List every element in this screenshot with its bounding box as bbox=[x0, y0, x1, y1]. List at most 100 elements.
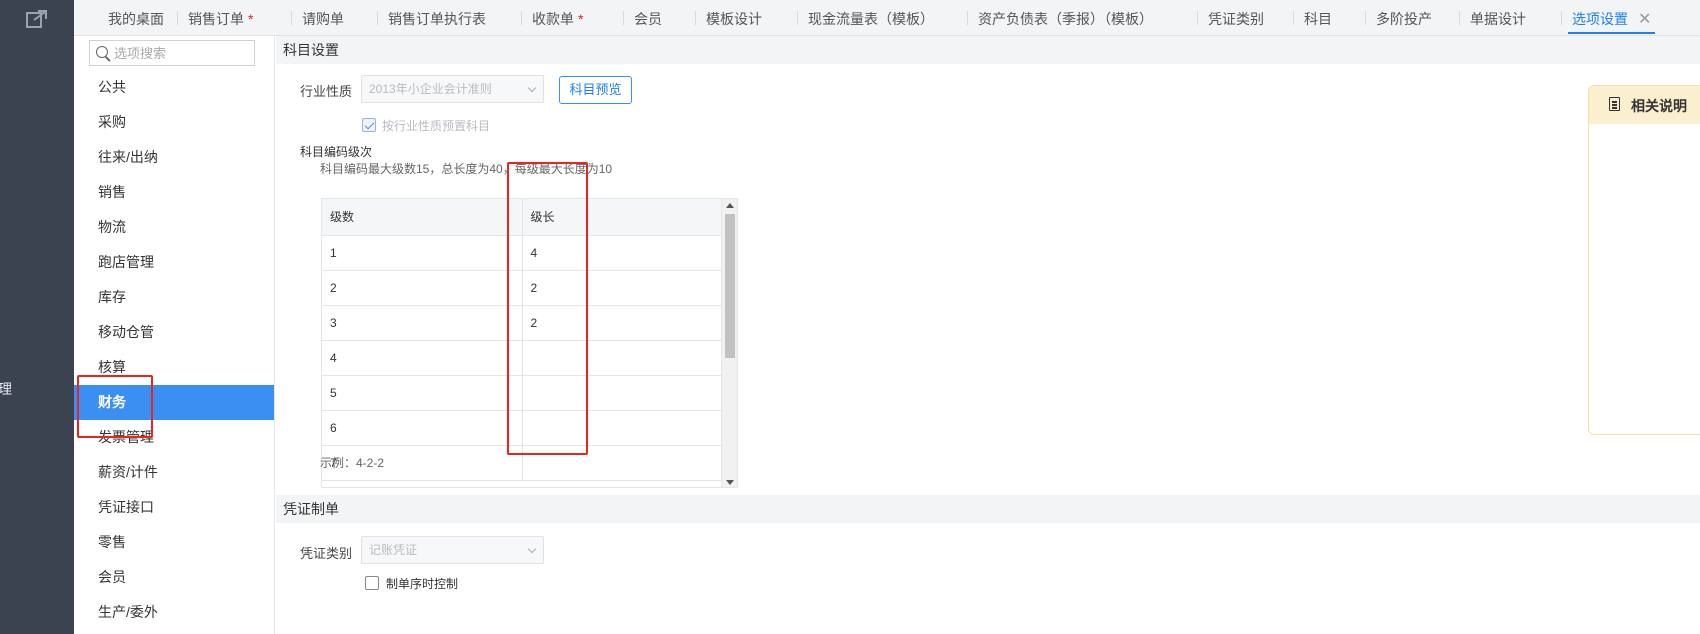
sidebar-item[interactable]: 薪资/计件 bbox=[74, 455, 274, 490]
tab-separator bbox=[797, 11, 798, 25]
left-nav-item[interactable]: UFO bbox=[0, 259, 62, 279]
tab-label: 科目 bbox=[1304, 11, 1332, 27]
options-sidebar: 公共采购往来/出纳销售物流跑店管理库存移动仓管核算财务发票管理薪资/计件凭证接口… bbox=[74, 36, 275, 634]
tab-1[interactable]: 销售订单 * bbox=[188, 0, 253, 36]
code-levels-label: 科目编码级次 bbox=[300, 145, 373, 159]
column-header-level: 级数 bbox=[322, 199, 523, 236]
tab-separator bbox=[177, 11, 178, 25]
sidebar-item[interactable]: 会员 bbox=[74, 560, 274, 595]
left-nav-item[interactable]: 管理 bbox=[0, 99, 62, 119]
search-input[interactable] bbox=[114, 44, 250, 62]
chevron-down-icon bbox=[527, 544, 537, 554]
left-nav-item[interactable]: 管理 bbox=[0, 459, 62, 479]
left-nav-item[interactable]: 工资 bbox=[0, 419, 62, 439]
tab-11[interactable]: 多阶投产 bbox=[1376, 0, 1432, 36]
sidebar-item[interactable]: 物流 bbox=[74, 210, 274, 245]
tab-separator bbox=[695, 11, 696, 25]
left-nav-item[interactable]: 管理 bbox=[0, 499, 62, 519]
tab-12[interactable]: 单据设计 bbox=[1470, 0, 1526, 36]
tab-7[interactable]: 现金流量表（模板） bbox=[808, 0, 934, 36]
tab-label: 会员 bbox=[634, 11, 662, 27]
unsaved-indicator: * bbox=[578, 11, 584, 27]
tab-separator bbox=[1293, 11, 1294, 25]
scroll-down-icon[interactable] bbox=[726, 480, 734, 485]
tab-2[interactable]: 请购单 bbox=[302, 0, 344, 36]
search-box[interactable] bbox=[89, 40, 255, 66]
tab-separator bbox=[291, 11, 292, 25]
left-nav-item[interactable]: 中心 bbox=[0, 539, 62, 559]
tab-separator bbox=[1459, 11, 1460, 25]
help-panel-title: 相关说明 bbox=[1631, 98, 1687, 114]
left-nav-item[interactable]: 管理 bbox=[0, 59, 62, 79]
sidebar-item[interactable]: 采购 bbox=[74, 105, 274, 140]
tab-separator bbox=[967, 11, 968, 25]
tab-5[interactable]: 会员 bbox=[634, 0, 662, 36]
left-nav-item[interactable]: 管理 bbox=[0, 139, 62, 159]
industry-label: 行业性质 bbox=[300, 84, 353, 99]
level-cell: 4 bbox=[322, 340, 523, 376]
tab-label: 现金流量表（模板） bbox=[808, 11, 934, 27]
sidebar-item[interactable]: 跑店管理 bbox=[74, 245, 274, 280]
scrollbar-thumb[interactable] bbox=[725, 214, 735, 358]
tab-label: 单据设计 bbox=[1470, 11, 1526, 27]
level-cell: 1 bbox=[322, 235, 523, 271]
sidebar-item[interactable]: 零售 bbox=[74, 525, 274, 560]
tab-label: 资产负债表（季报）（模板） bbox=[978, 11, 1153, 27]
account-preview-button[interactable]: 科目预览 bbox=[559, 76, 632, 104]
chevron-down-icon bbox=[527, 83, 537, 93]
tab-4[interactable]: 收款单 * bbox=[532, 0, 583, 36]
tab-bar: 我的桌面 销售订单 * 请购单 销售订单执行表 收款单 * 会员 模板设计 现金流量表（模板） 资产… bbox=[74, 0, 1700, 36]
tab-label: 销售订单 bbox=[188, 11, 244, 27]
tab-label: 收款单 bbox=[532, 11, 574, 27]
tab-label: 凭证类别 bbox=[1208, 11, 1264, 27]
left-nav-item[interactable]: 司管理 bbox=[0, 379, 62, 399]
help-panel: 相关说明 bbox=[1588, 85, 1700, 435]
entry-order-label: 制单序时控制 bbox=[386, 577, 459, 591]
tab-10[interactable]: 科目 bbox=[1304, 0, 1332, 36]
sidebar-item[interactable]: 往来/出纳 bbox=[74, 140, 274, 175]
tab-label: 模板设计 bbox=[706, 11, 762, 27]
document-icon bbox=[1609, 97, 1620, 111]
left-nav: 管理管理管理管理管理UFOFO管理司管理工资管理管理中心办公贷款 bbox=[0, 0, 74, 634]
industry-select-value: 2013年小企业会计准则 bbox=[369, 82, 492, 96]
level-cell: 2 bbox=[322, 270, 523, 306]
main-content: 科目设置 行业性质 2013年小企业会计准则 科目预览 按行业性质预置科目 科目… bbox=[276, 36, 1700, 634]
tab-separator bbox=[521, 11, 522, 25]
code-example: 示例：4-2-2 bbox=[320, 456, 385, 470]
level-cell: 3 bbox=[322, 305, 523, 341]
tab-6[interactable]: 模板设计 bbox=[706, 0, 762, 36]
tab-0[interactable]: 我的桌面 bbox=[108, 0, 164, 36]
sidebar-item[interactable]: 库存 bbox=[74, 280, 274, 315]
tab-separator bbox=[1365, 11, 1366, 25]
tab-8[interactable]: 资产负债表（季报）（模板） bbox=[978, 0, 1153, 36]
help-panel-header[interactable]: 相关说明 bbox=[1589, 86, 1700, 124]
sidebar-item[interactable]: 移动仓管 bbox=[74, 315, 274, 350]
tab-3[interactable]: 销售订单执行表 bbox=[388, 0, 486, 36]
entry-order-checkbox[interactable] bbox=[365, 576, 379, 590]
annotation-box-level-length bbox=[507, 162, 588, 455]
preset-accounts-checkbox[interactable] bbox=[362, 118, 376, 132]
left-nav-item[interactable]: 管理 bbox=[0, 339, 62, 359]
table-scrollbar[interactable] bbox=[721, 199, 737, 487]
left-nav-item[interactable]: 贷款 bbox=[0, 619, 62, 634]
voucher-type-select[interactable]: 记账凭证 bbox=[361, 536, 544, 564]
tab-label: 我的桌面 bbox=[108, 11, 164, 27]
left-nav-item[interactable]: 管理 bbox=[0, 179, 62, 199]
voucher-type-label: 凭证类别 bbox=[300, 546, 353, 561]
left-nav-item[interactable]: 办公 bbox=[0, 579, 62, 599]
left-nav-item[interactable]: 管理 bbox=[0, 219, 62, 239]
industry-select[interactable]: 2013年小企业会计准则 bbox=[361, 75, 544, 103]
unsaved-indicator: * bbox=[248, 11, 254, 27]
close-icon[interactable]: ✕ bbox=[1638, 11, 1651, 28]
sidebar-item[interactable]: 凭证接口 bbox=[74, 490, 274, 525]
sidebar-item[interactable]: 销售 bbox=[74, 175, 274, 210]
preset-accounts-label: 按行业性质预置科目 bbox=[382, 119, 491, 133]
scroll-up-icon[interactable] bbox=[726, 203, 734, 208]
sidebar-item[interactable]: 公共 bbox=[74, 70, 274, 105]
left-nav-item[interactable]: FO bbox=[0, 299, 62, 319]
tab-9[interactable]: 凭证类别 bbox=[1208, 0, 1264, 36]
tab-13[interactable]: 选项设置 ✕ bbox=[1567, 0, 1656, 36]
sidebar-item[interactable]: 生产/委外 bbox=[74, 595, 274, 630]
tab-label: 选项设置 bbox=[1572, 11, 1628, 27]
tab-label: 请购单 bbox=[302, 11, 344, 27]
